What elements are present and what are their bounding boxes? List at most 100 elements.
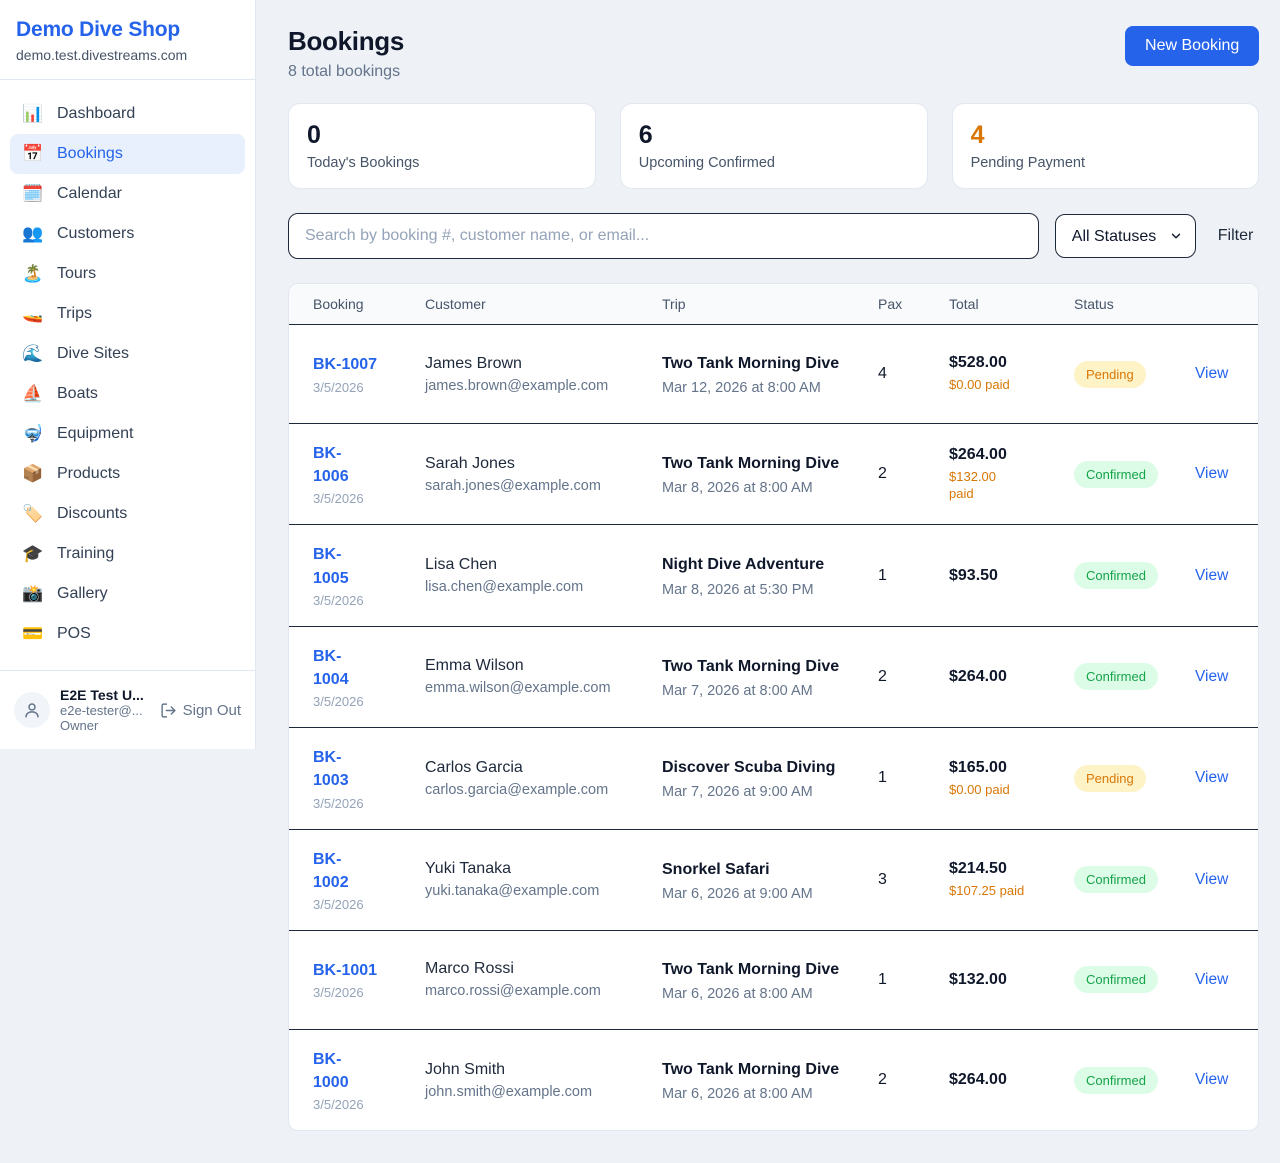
- column-header-pax: Pax: [878, 296, 949, 312]
- new-booking-button[interactable]: New Booking: [1125, 26, 1259, 66]
- table-row: BK-1003 3/5/2026 Carlos Garcia carlos.ga…: [289, 728, 1258, 829]
- pax-count: 2: [878, 465, 949, 483]
- sidebar-item-label: Calendar: [57, 185, 122, 203]
- stat-value: 6: [639, 121, 909, 150]
- status-badge: Pending: [1074, 361, 1146, 388]
- column-header-total: Total: [949, 296, 1074, 312]
- sidebar-item-trips[interactable]: 🚤 Trips: [10, 294, 245, 334]
- logout-icon: [160, 702, 177, 719]
- sidebar-item-dashboard[interactable]: 📊 Dashboard: [10, 94, 245, 134]
- customer-email: marco.rossi@example.com: [425, 983, 652, 999]
- total-amount: $165.00: [949, 759, 1064, 777]
- view-link[interactable]: View: [1195, 365, 1228, 382]
- pax-count: 3: [878, 871, 949, 889]
- view-link[interactable]: View: [1195, 668, 1228, 685]
- stat-label: Pending Payment: [971, 155, 1241, 171]
- view-link[interactable]: View: [1195, 567, 1228, 584]
- booking-id-link[interactable]: BK-1007: [313, 353, 377, 376]
- booking-id-link[interactable]: BK-1001: [313, 959, 377, 982]
- trip-datetime: Mar 8, 2026 at 5:30 PM: [662, 582, 868, 598]
- total-amount: $132.00: [949, 971, 1064, 989]
- sidebar-nav: 📊 Dashboard 📅 Bookings 🗓️ Calendar 👥 Cus…: [0, 80, 255, 670]
- sidebar-item-gallery[interactable]: 📸 Gallery: [10, 574, 245, 614]
- customer-name: Yuki Tanaka: [425, 860, 652, 878]
- table-row: BK-1004 3/5/2026 Emma Wilson emma.wilson…: [289, 627, 1258, 728]
- status-select[interactable]: All Statuses: [1055, 214, 1196, 258]
- booking-id-link[interactable]: BK-1004: [313, 645, 349, 691]
- products-icon: 📦: [22, 464, 44, 484]
- discounts-icon: 🏷️: [22, 504, 44, 524]
- dive-sites-icon: 🌊: [22, 344, 44, 364]
- total-amount: $93.50: [949, 567, 1064, 585]
- column-header-status: Status: [1074, 296, 1195, 312]
- filter-button[interactable]: Filter: [1212, 227, 1260, 245]
- booking-id-link[interactable]: BK-1006: [313, 442, 349, 488]
- view-link[interactable]: View: [1195, 1071, 1228, 1088]
- user-email: e2e-tester@...: [60, 703, 150, 718]
- table-body: BK-1007 3/5/2026 James Brown james.brown…: [289, 325, 1258, 1130]
- shop-domain: demo.test.divestreams.com: [16, 47, 239, 63]
- trip-name: Two Tank Morning Dive: [662, 352, 844, 375]
- customers-icon: 👥: [22, 224, 44, 244]
- stat-card-todays-bookings: 0 Today's Bookings: [288, 103, 596, 189]
- sidebar-item-label: Training: [57, 545, 114, 563]
- paid-amount: $107.25 paid: [949, 882, 1064, 900]
- boats-icon: ⛵: [22, 384, 44, 404]
- booking-id-link[interactable]: BK-1002: [313, 848, 349, 894]
- sign-out-button[interactable]: Sign Out: [160, 702, 241, 719]
- sidebar-item-label: Products: [57, 465, 120, 483]
- trip-name: Night Dive Adventure: [662, 553, 844, 576]
- sidebar-item-label: Trips: [57, 305, 92, 323]
- trips-icon: 🚤: [22, 304, 44, 324]
- trip-datetime: Mar 6, 2026 at 8:00 AM: [662, 986, 868, 1002]
- booking-id-link[interactable]: BK-1005: [313, 543, 349, 589]
- pax-count: 4: [878, 365, 949, 383]
- sidebar-item-customers[interactable]: 👥 Customers: [10, 214, 245, 254]
- sidebar-item-training[interactable]: 🎓 Training: [10, 534, 245, 574]
- sidebar-item-discounts[interactable]: 🏷️ Discounts: [10, 494, 245, 534]
- view-link[interactable]: View: [1195, 871, 1228, 888]
- booking-id-link[interactable]: BK-1003: [313, 746, 349, 792]
- booking-id-link[interactable]: BK-1000: [313, 1048, 349, 1094]
- sidebar-item-dive-sites[interactable]: 🌊 Dive Sites: [10, 334, 245, 374]
- total-amount: $264.00: [949, 1071, 1064, 1089]
- sidebar-item-bookings[interactable]: 📅 Bookings: [10, 134, 245, 174]
- booking-date: 3/5/2026: [313, 796, 415, 811]
- sidebar-item-calendar[interactable]: 🗓️ Calendar: [10, 174, 245, 214]
- tours-icon: 🏝️: [22, 264, 44, 284]
- sidebar-item-boats[interactable]: ⛵ Boats: [10, 374, 245, 414]
- customer-email: john.smith@example.com: [425, 1084, 652, 1100]
- view-link[interactable]: View: [1195, 971, 1228, 988]
- trip-name: Two Tank Morning Dive: [662, 452, 844, 475]
- training-icon: 🎓: [22, 544, 44, 564]
- total-amount: $264.00: [949, 446, 1064, 464]
- page-title: Bookings: [288, 26, 404, 57]
- total-amount: $528.00: [949, 354, 1064, 372]
- sidebar-item-equipment[interactable]: 🤿 Equipment: [10, 414, 245, 454]
- search-input[interactable]: [288, 213, 1039, 259]
- customer-name: Lisa Chen: [425, 556, 652, 574]
- app-layout: Demo Dive Shop demo.test.divestreams.com…: [0, 0, 1280, 1163]
- page-subtitle: 8 total bookings: [288, 63, 404, 81]
- avatar: [14, 692, 50, 728]
- customer-email: carlos.garcia@example.com: [425, 782, 652, 798]
- pax-count: 1: [878, 567, 949, 585]
- trip-datetime: Mar 7, 2026 at 8:00 AM: [662, 683, 868, 699]
- column-header-booking: Booking: [313, 296, 425, 312]
- filters-row: All Statuses Filter: [288, 213, 1259, 259]
- sidebar-item-products[interactable]: 📦 Products: [10, 454, 245, 494]
- view-link[interactable]: View: [1195, 769, 1228, 786]
- customer-name: James Brown: [425, 355, 652, 373]
- booking-date: 3/5/2026: [313, 593, 415, 608]
- sidebar-item-label: Boats: [57, 385, 98, 403]
- trip-datetime: Mar 8, 2026 at 8:00 AM: [662, 480, 868, 496]
- stat-card-pending-payment: 4 Pending Payment: [952, 103, 1260, 189]
- view-link[interactable]: View: [1195, 465, 1228, 482]
- sidebar-item-label: Equipment: [57, 425, 134, 443]
- customer-name: Sarah Jones: [425, 455, 652, 473]
- sidebar-item-tours[interactable]: 🏝️ Tours: [10, 254, 245, 294]
- bookings-icon: 📅: [22, 144, 44, 164]
- sidebar-item-pos[interactable]: 💳 POS: [10, 614, 245, 654]
- customer-email: sarah.jones@example.com: [425, 478, 652, 494]
- status-badge: Pending: [1074, 765, 1146, 792]
